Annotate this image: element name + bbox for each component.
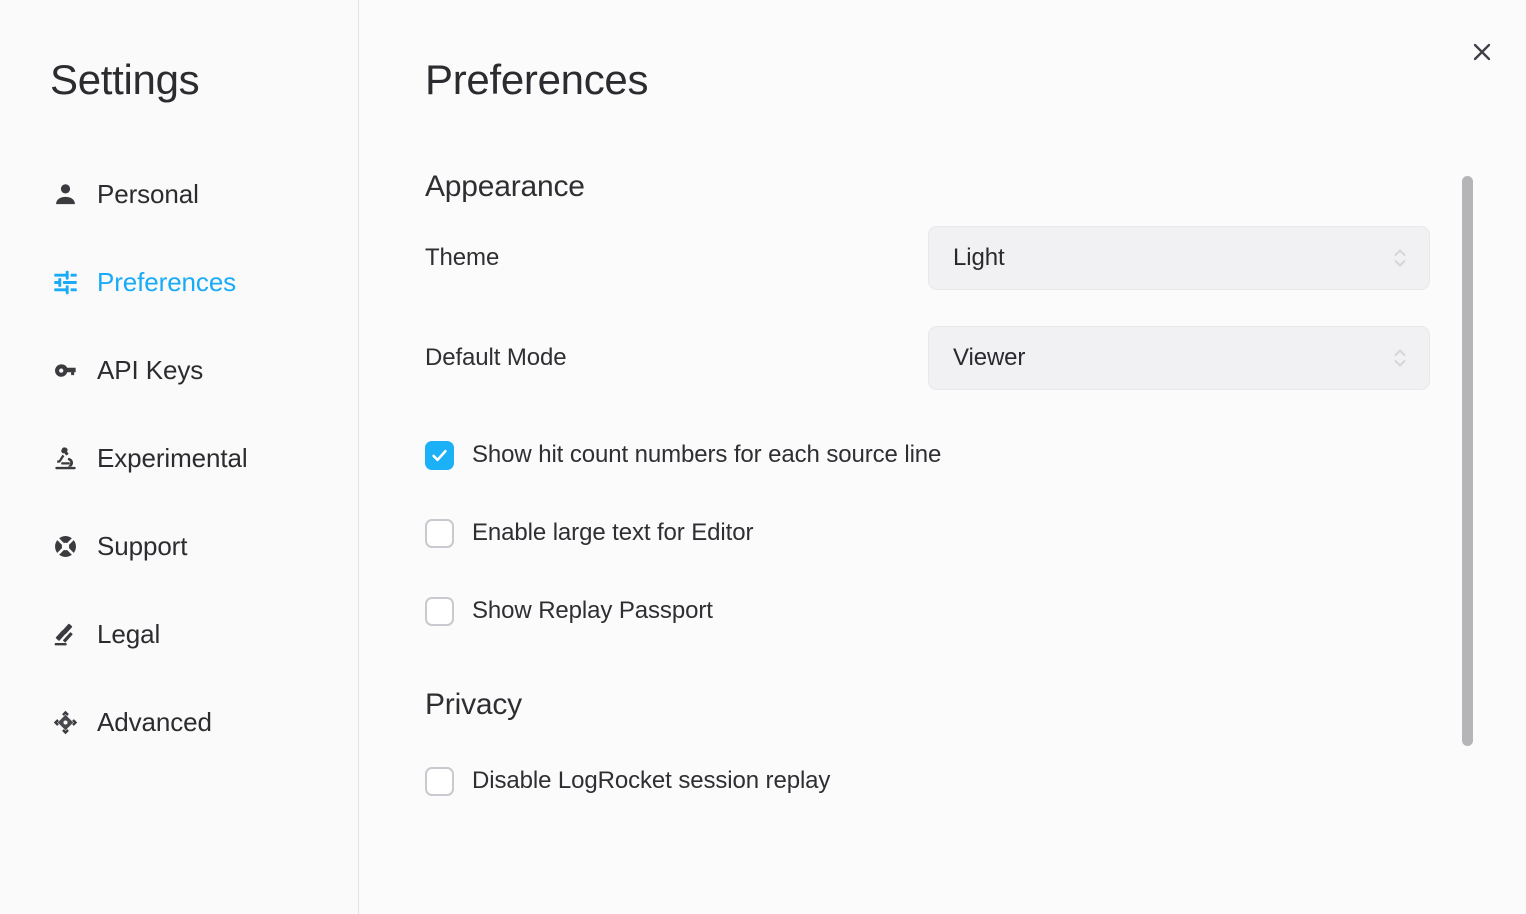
sidebar-item-api-keys[interactable]: API Keys <box>0 326 358 414</box>
sidebar-item-label: Support <box>97 530 188 561</box>
theme-row: Theme Light <box>425 226 1526 291</box>
settings-main-panel: Preferences Appearance Theme Light Defau… <box>359 0 1526 914</box>
preferences-scroll-area: Preferences Appearance Theme Light Defau… <box>359 0 1526 914</box>
default-mode-select-wrapper: Viewer <box>928 326 1430 391</box>
gavel-icon <box>50 619 80 649</box>
checkbox-row-logrocket[interactable]: Disable LogRocket session replay <box>425 758 1526 804</box>
sidebar-item-label: Experimental <box>97 442 248 473</box>
section-privacy: Privacy Disable LogRocket session replay <box>359 688 1526 804</box>
section-appearance: Appearance Theme Light Default Mode View… <box>359 170 1526 634</box>
settings-sidebar: Settings Personal Preferences API Keys E… <box>0 0 359 914</box>
close-icon <box>1473 43 1491 61</box>
sidebar-nav-list: Personal Preferences API Keys Experiment… <box>0 150 358 766</box>
sidebar-item-label: API Keys <box>97 354 204 385</box>
check-icon <box>432 449 447 461</box>
sliders-icon <box>50 267 80 297</box>
section-heading-appearance: Appearance <box>425 170 585 204</box>
default-mode-row: Default Mode Viewer <box>425 326 1526 391</box>
checkbox-disable-logrocket[interactable] <box>425 766 454 796</box>
scrollbar-thumb[interactable] <box>1462 176 1473 746</box>
sidebar-item-label: Personal <box>97 178 199 209</box>
close-button[interactable] <box>1464 34 1500 70</box>
microscope-icon <box>50 443 80 473</box>
sidebar-item-label: Legal <box>97 618 161 649</box>
checkbox-row-replay-passport[interactable]: Show Replay Passport <box>425 588 1526 634</box>
checkbox-hit-count[interactable] <box>425 440 454 470</box>
key-icon <box>50 355 80 385</box>
checkbox-row-large-text[interactable]: Enable large text for Editor <box>425 510 1526 556</box>
sidebar-item-personal[interactable]: Personal <box>0 150 358 238</box>
checkbox-label: Disable LogRocket session replay <box>472 767 831 795</box>
checkbox-large-text[interactable] <box>425 518 454 548</box>
settings-modal: Settings Personal Preferences API Keys E… <box>0 0 1526 914</box>
sidebar-item-preferences[interactable]: Preferences <box>0 238 358 326</box>
sidebar-item-support[interactable]: Support <box>0 502 358 590</box>
section-heading-privacy: Privacy <box>425 688 522 722</box>
page-title: Preferences <box>425 56 649 103</box>
checkbox-row-hit-count[interactable]: Show hit count numbers for each source l… <box>425 432 1526 478</box>
sidebar-title: Settings <box>50 56 200 103</box>
checkbox-label: Enable large text for Editor <box>472 519 754 547</box>
default-mode-label: Default Mode <box>425 344 567 372</box>
theme-select-wrapper: Light <box>928 226 1430 291</box>
default-mode-select[interactable]: Viewer <box>928 326 1430 391</box>
sidebar-item-legal[interactable]: Legal <box>0 590 358 678</box>
sidebar-item-advanced[interactable]: Advanced <box>0 678 358 766</box>
vertical-scrollbar[interactable] <box>1462 176 1473 746</box>
sidebar-item-label: Advanced <box>97 706 212 737</box>
person-icon <box>50 179 80 209</box>
sidebar-item-label: Preferences <box>97 266 237 297</box>
checkbox-replay-passport[interactable] <box>425 596 454 626</box>
theme-label: Theme <box>425 244 500 272</box>
diamond-arrows-icon <box>50 707 80 737</box>
checkbox-label: Show Replay Passport <box>472 597 713 625</box>
sidebar-item-experimental[interactable]: Experimental <box>0 414 358 502</box>
lifebuoy-icon <box>50 531 80 561</box>
theme-select[interactable]: Light <box>928 226 1430 291</box>
checkbox-label: Show hit count numbers for each source l… <box>472 441 942 469</box>
